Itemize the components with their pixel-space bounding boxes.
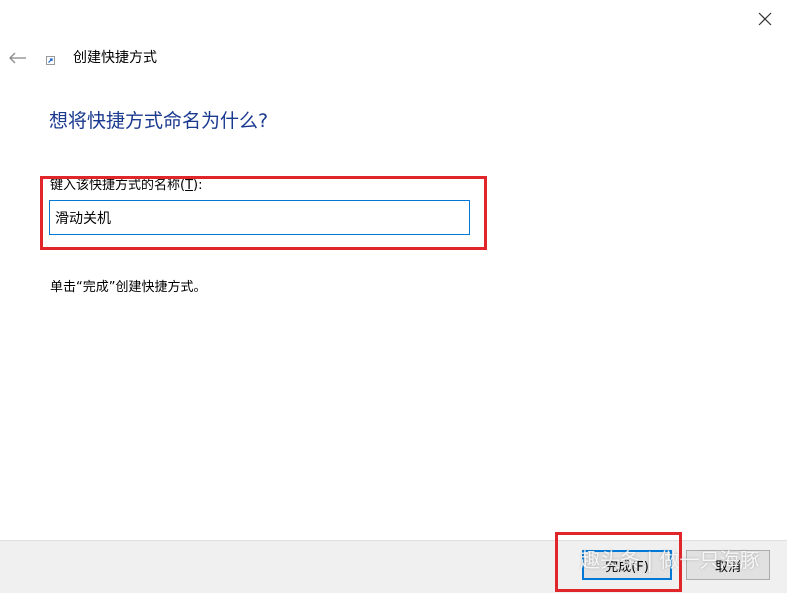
back-arrow-icon [9, 52, 26, 64]
close-button[interactable] [750, 4, 780, 34]
label-mnemonic: T [185, 178, 194, 193]
shortcut-icon [46, 56, 55, 65]
label-suffix: ): [193, 178, 203, 193]
close-icon [758, 12, 772, 26]
finish-hint: 单击“完成”创建快捷方式。 [50, 280, 207, 295]
label-prefix: 键入该快捷方式的名称( [50, 178, 186, 193]
finish-button[interactable]: 完成(F) [582, 550, 672, 580]
window-title: 创建快捷方式 [73, 50, 157, 66]
shortcut-name-label: 键入该快捷方式的名称(T): [50, 178, 202, 194]
shortcut-name-input[interactable] [49, 200, 470, 235]
page-heading: 想将快捷方式命名为什么? [49, 110, 269, 132]
cancel-button[interactable]: 取消 [686, 550, 770, 580]
back-button[interactable] [6, 46, 30, 70]
